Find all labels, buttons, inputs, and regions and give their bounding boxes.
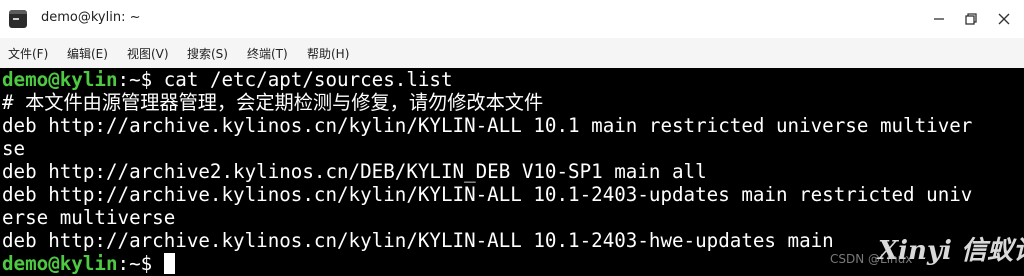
- output-line: deb http://archive2.kylinos.cn/DEB/KYLIN…: [2, 160, 707, 183]
- output-line: deb http://archive.kylinos.cn/kylin/KYLI…: [2, 229, 834, 252]
- minimize-button[interactable]: [928, 8, 950, 30]
- text-cursor: [164, 253, 176, 274]
- menu-help[interactable]: 帮助(H): [307, 45, 349, 62]
- prompt-path: :~$: [117, 252, 153, 275]
- menu-terminal[interactable]: 终端(T): [247, 45, 288, 62]
- close-icon: [998, 13, 1010, 25]
- title-bar: demo@kylin: ~: [0, 0, 1024, 38]
- prompt-user: demo@kylin: [2, 68, 118, 91]
- final-prompt-line: demo@kylin:~$: [2, 252, 176, 275]
- menu-view[interactable]: 视图(V): [127, 45, 169, 62]
- minimize-icon: [934, 18, 944, 20]
- prompt-user: demo@kylin: [2, 252, 118, 275]
- command-line: demo@kylin:~$ cat /etc/apt/sources.list: [2, 68, 453, 91]
- window-title: demo@kylin: ~: [41, 10, 141, 25]
- close-button[interactable]: [993, 8, 1015, 30]
- output-line: deb http://archive.kylinos.cn/kylin/KYLI…: [2, 114, 973, 137]
- restore-button[interactable]: [960, 8, 982, 30]
- terminal-area[interactable]: demo@kylin:~$ cat /etc/apt/sources.list …: [0, 68, 1024, 276]
- restore-icon: [965, 13, 977, 25]
- menu-bar: 文件(F) 编辑(E) 视图(V) 搜索(S) 终端(T) 帮助(H): [0, 38, 1024, 68]
- command-text: cat /etc/apt/sources.list: [152, 68, 453, 91]
- prompt-path: :~$: [117, 68, 153, 91]
- menu-search[interactable]: 搜索(S): [187, 45, 228, 62]
- menu-edit[interactable]: 编辑(E): [67, 45, 108, 62]
- output-line: erse multiverse: [2, 206, 176, 229]
- terminal-icon: [9, 10, 27, 28]
- watermark-small: CSDN @Linux: [830, 252, 913, 266]
- output-line: # 本文件由源管理器管理，会定期检测与修复，请勿修改本文件: [2, 91, 544, 114]
- menu-file[interactable]: 文件(F): [8, 45, 48, 62]
- output-line: deb http://archive.kylinos.cn/kylin/KYLI…: [2, 183, 973, 206]
- output-line: se: [2, 137, 26, 160]
